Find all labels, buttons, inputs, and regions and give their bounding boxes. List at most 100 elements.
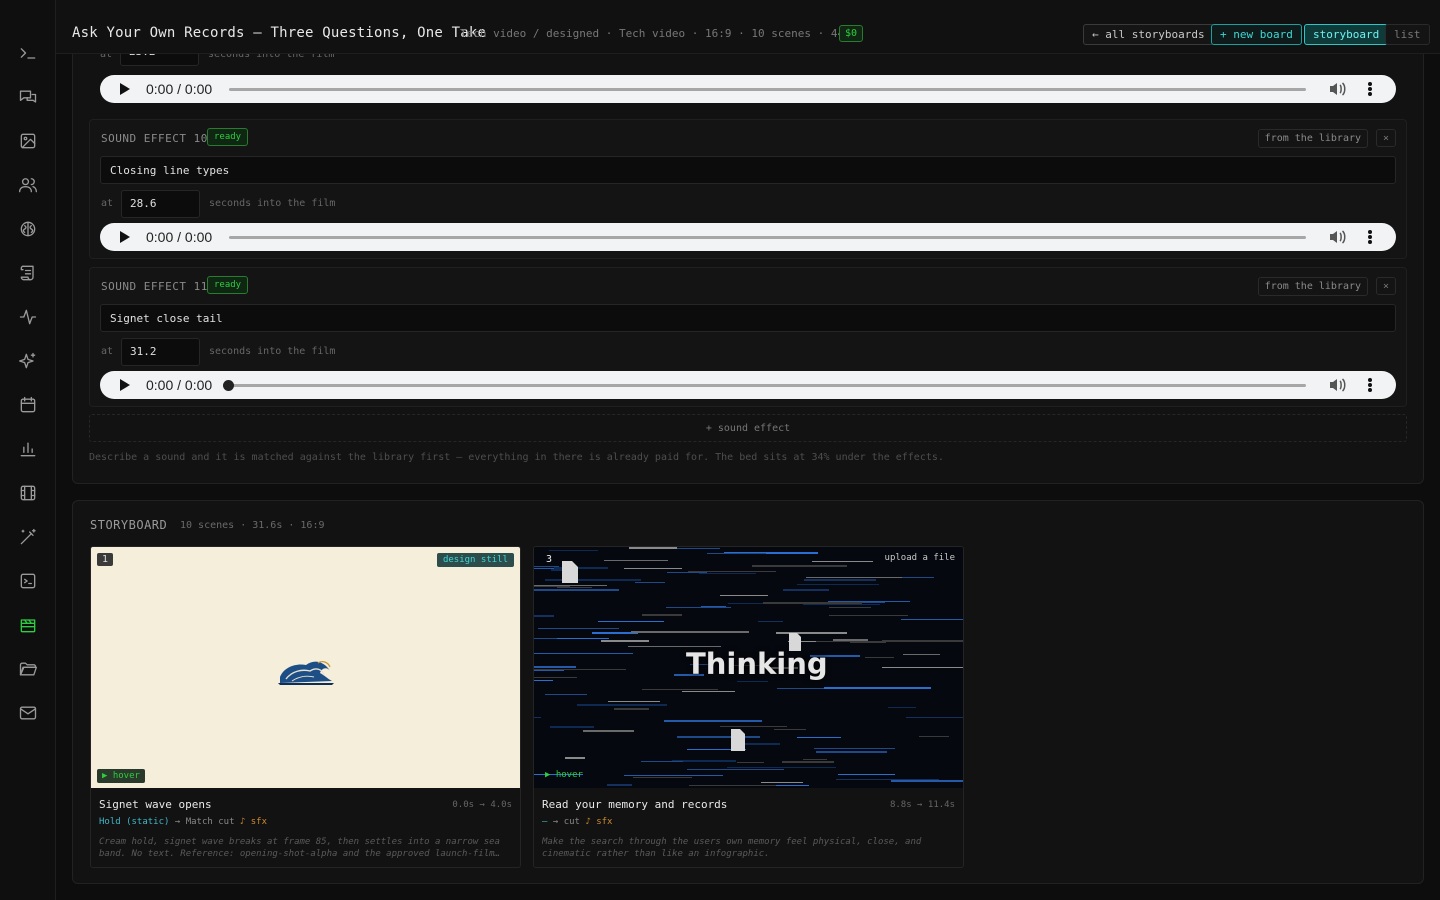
start-time-input[interactable]: 31.2 xyxy=(121,338,200,366)
image-icon[interactable] xyxy=(16,129,40,153)
storyboard-title: STORYBOARD xyxy=(90,518,168,532)
play-icon[interactable] xyxy=(120,379,130,391)
seek-knob[interactable] xyxy=(223,380,234,391)
play-icon[interactable] xyxy=(120,83,130,95)
light-streak xyxy=(797,584,879,585)
from-library-button[interactable]: from the library xyxy=(1257,277,1368,296)
clapperboard-icon[interactable] xyxy=(16,613,40,637)
light-streak xyxy=(677,736,760,738)
volume-icon[interactable] xyxy=(1328,81,1346,97)
scene-description: Make the search through the users own me… xyxy=(542,837,922,859)
hover-preview-button[interactable]: ▶ hover xyxy=(545,770,583,780)
scene-time: 8.8s → 11.4s xyxy=(889,800,955,810)
light-streak xyxy=(901,619,963,620)
at-suffix: seconds into the film xyxy=(209,198,336,209)
terminal-icon[interactable] xyxy=(16,41,40,65)
chat-icon[interactable] xyxy=(16,85,40,109)
light-streak xyxy=(534,653,633,654)
film-icon[interactable] xyxy=(16,481,40,505)
list-view-button[interactable]: list xyxy=(1385,24,1430,45)
light-streak xyxy=(545,579,641,581)
light-streak xyxy=(577,704,667,706)
light-streak xyxy=(824,687,931,689)
bar-chart-icon[interactable] xyxy=(16,437,40,461)
light-streak xyxy=(667,572,707,573)
scene-thumbnail[interactable]: 3 upload a file Thinking ▶ hover xyxy=(534,547,963,788)
activity-icon[interactable] xyxy=(16,305,40,329)
folder-icon[interactable] xyxy=(16,657,40,681)
seek-bar[interactable] xyxy=(229,236,1306,239)
wand-icon[interactable] xyxy=(16,525,40,549)
more-options-icon[interactable] xyxy=(1366,229,1374,245)
scene-transitions: — → cut ♪ sfx xyxy=(542,817,612,827)
remove-button[interactable]: × xyxy=(1376,129,1396,147)
light-streak xyxy=(737,762,764,763)
sound-name-input[interactable]: Signet close tail xyxy=(100,304,1396,332)
scene-title: Read your memory and records xyxy=(542,798,728,811)
light-streak xyxy=(803,759,827,760)
volume-icon[interactable] xyxy=(1328,377,1346,393)
scene-card[interactable]: 1 design still ▶ hover Signet wave opens… xyxy=(90,546,521,868)
light-streak xyxy=(635,582,665,583)
light-streak xyxy=(906,717,963,718)
light-streak xyxy=(598,621,664,622)
all-storyboards-button[interactable]: ← all storyboards xyxy=(1083,24,1214,45)
mail-icon[interactable] xyxy=(16,701,40,725)
light-streak xyxy=(642,614,682,616)
light-streak xyxy=(534,585,607,586)
play-icon[interactable] xyxy=(120,231,130,243)
light-streak xyxy=(688,571,776,572)
from-library-button[interactable]: from the library xyxy=(1257,129,1368,148)
users-icon[interactable] xyxy=(16,173,40,197)
thumbnail-overlay-text: Thinking xyxy=(686,647,828,681)
light-streak xyxy=(538,628,619,629)
light-streak xyxy=(812,561,873,562)
light-streak xyxy=(534,666,576,668)
sound-name-input[interactable]: Closing line types xyxy=(100,156,1396,184)
light-streak xyxy=(804,579,876,581)
brain-icon[interactable] xyxy=(16,217,40,241)
hover-preview-button[interactable]: ▶ hover xyxy=(97,769,145,783)
audio-time: 0:00 / 0:00 xyxy=(146,229,213,245)
light-streak xyxy=(534,589,619,591)
volume-icon[interactable] xyxy=(1328,229,1346,245)
storyboard-view-button[interactable]: storyboard xyxy=(1304,24,1389,45)
status-badge: ready xyxy=(207,128,249,146)
sound-effect-label: SOUND EFFECT 10 xyxy=(101,132,208,145)
light-streak xyxy=(797,737,841,738)
calendar-icon[interactable] xyxy=(16,393,40,417)
light-streak xyxy=(565,757,585,759)
scene-number: 1 xyxy=(97,553,114,566)
seek-bar[interactable] xyxy=(223,380,1306,391)
start-time-input[interactable]: 28.6 xyxy=(121,190,200,218)
light-streak xyxy=(641,761,683,762)
audio-player[interactable]: 0:00 / 0:00 xyxy=(100,371,1396,399)
more-options-icon[interactable] xyxy=(1366,377,1374,393)
light-streak xyxy=(752,565,847,567)
more-options-icon[interactable] xyxy=(1366,81,1374,97)
light-streak xyxy=(689,785,787,786)
scene-thumbnail[interactable]: 1 design still ▶ hover xyxy=(91,547,520,788)
light-streak xyxy=(836,779,939,780)
console-icon[interactable] xyxy=(16,569,40,593)
light-streak xyxy=(557,587,592,588)
light-streak xyxy=(583,730,634,732)
add-sound-effect-button[interactable]: + sound effect xyxy=(89,414,1407,442)
design-still-badge: design still xyxy=(436,553,514,567)
scene-description: Cream hold, signet wave breaks at frame … xyxy=(99,837,500,859)
upload-file-button[interactable]: upload a file xyxy=(885,553,955,563)
light-streak xyxy=(633,777,692,778)
light-streak xyxy=(919,736,949,737)
light-streak xyxy=(829,607,871,608)
audio-player[interactable]: 0:00 / 0:00 xyxy=(100,223,1396,251)
scene-card[interactable]: 3 upload a file Thinking ▶ hover Read yo… xyxy=(533,546,964,868)
seek-bar[interactable] xyxy=(229,88,1306,91)
new-board-button[interactable]: + new board xyxy=(1211,24,1302,45)
scroll-icon[interactable] xyxy=(16,261,40,285)
sparkles-icon[interactable] xyxy=(16,349,40,373)
remove-button[interactable]: × xyxy=(1376,277,1396,295)
audio-player[interactable]: 0:00 / 0:00 xyxy=(100,75,1396,103)
status-badge: ready xyxy=(207,276,249,294)
transition-in: Hold (static) xyxy=(99,817,170,827)
scene-title: Signet wave opens xyxy=(99,798,212,811)
